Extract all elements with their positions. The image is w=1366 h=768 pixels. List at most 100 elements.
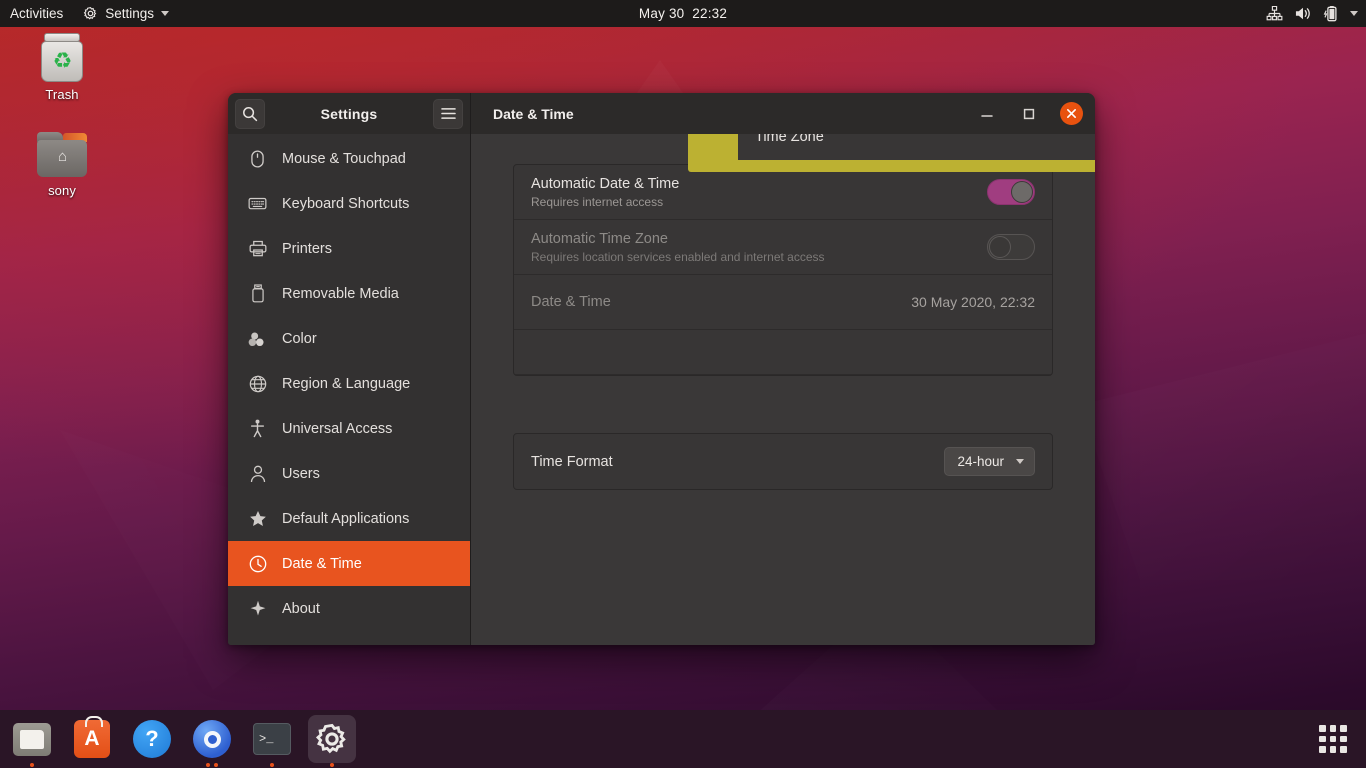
sidebar-header: Settings — [228, 93, 471, 134]
desktop-icon-label: sony — [48, 183, 76, 198]
app-menu-label: Settings — [105, 6, 154, 21]
row-value: 30 May 2020, 22:32 — [911, 294, 1035, 310]
sidebar-item-region-language[interactable]: Region & Language — [228, 361, 470, 406]
globe-icon — [248, 374, 267, 393]
dock-app-chromium[interactable] — [188, 715, 236, 763]
home-folder-icon: ⌂ — [37, 132, 87, 178]
settings-window: Settings Date & Time — [228, 93, 1095, 645]
menu-button[interactable] — [433, 99, 463, 129]
volume-icon — [1294, 6, 1312, 21]
window-controls — [976, 102, 1083, 125]
main-header: Date & Time — [471, 93, 1095, 134]
sidebar-item-universal-access[interactable]: Universal Access — [228, 406, 470, 451]
minimize-button[interactable] — [976, 103, 998, 125]
top-bar-clock[interactable]: May 30 22:32 — [639, 6, 727, 21]
dock-app-help[interactable]: ? — [128, 715, 176, 763]
dock-app-files[interactable] — [8, 715, 56, 763]
sidebar-item-default-applications[interactable]: Default Applications — [228, 496, 470, 541]
gear-icon — [315, 722, 349, 756]
automatic-date-time-toggle[interactable] — [987, 179, 1035, 205]
sidebar-item-mouse-touchpad[interactable]: Mouse & Touchpad — [228, 136, 470, 181]
network-icon — [1266, 6, 1283, 21]
chevron-down-icon — [161, 11, 169, 16]
date-time-settings-card: Automatic Date & Time Requires internet … — [513, 164, 1053, 376]
sidebar-item-label: Region & Language — [282, 376, 410, 392]
time-zone-highlight-overlay: Time Zone MDT (Boise, United States) — [688, 164, 1053, 172]
mouse-icon — [248, 149, 267, 168]
files-icon — [13, 723, 51, 756]
sidebar-item-label: Users — [282, 466, 320, 482]
dock-app-ubuntu-software[interactable]: A — [68, 715, 116, 763]
tray-chevron-down-icon[interactable] — [1350, 11, 1358, 16]
software-icon: A — [74, 720, 110, 758]
desktop-icon-label: Trash — [45, 87, 78, 102]
keyboard-icon — [248, 194, 267, 213]
clock-icon — [248, 554, 267, 573]
sidebar-item-color[interactable]: Color — [228, 316, 470, 361]
show-applications-icon[interactable] — [1310, 716, 1356, 762]
sidebar-item-label: About — [282, 601, 320, 617]
sidebar-item-label: Keyboard Shortcuts — [282, 196, 409, 212]
maximize-button[interactable] — [1018, 103, 1040, 125]
sidebar-item-label: Removable Media — [282, 286, 399, 302]
time-format-card: Time Format 24-hour — [513, 433, 1053, 490]
terminal-icon: >_ — [253, 723, 291, 755]
row-title: Date & Time — [531, 294, 611, 310]
usb-drive-icon — [248, 284, 267, 303]
accessibility-icon — [248, 419, 267, 438]
help-icon: ? — [133, 720, 171, 758]
user-icon — [248, 464, 267, 483]
app-menu-settings[interactable]: Settings — [75, 6, 177, 21]
row-time-format[interactable]: Time Format 24-hour — [514, 434, 1052, 489]
printer-icon — [248, 239, 267, 258]
close-button[interactable] — [1060, 102, 1083, 125]
row-title: Time Format — [531, 454, 613, 470]
settings-sidebar: Mouse & Touchpad Keyboard Shortcuts — [228, 134, 471, 645]
sidebar-item-users[interactable]: Users — [228, 451, 470, 496]
desktop-icon-trash[interactable]: ♻ Trash — [16, 32, 108, 102]
sidebar-item-keyboard-shortcuts[interactable]: Keyboard Shortcuts — [228, 181, 470, 226]
date-time-panel: Automatic Date & Time Requires internet … — [471, 134, 1095, 645]
sidebar-item-about[interactable]: About — [228, 586, 470, 631]
row-automatic-date-time[interactable]: Automatic Date & Time Requires internet … — [514, 165, 1052, 220]
sidebar-item-label: Printers — [282, 241, 332, 257]
dock: A ? >_ — [0, 710, 1366, 768]
chromium-icon — [193, 720, 231, 758]
dock-app-terminal[interactable]: >_ — [248, 715, 296, 763]
minimize-icon — [980, 107, 994, 121]
automatic-time-zone-toggle[interactable] — [987, 234, 1035, 260]
close-icon — [1066, 108, 1077, 119]
star-icon — [248, 509, 267, 528]
system-tray[interactable] — [1266, 6, 1358, 22]
sparkle-icon — [248, 599, 267, 618]
desktop-icon-home-folder[interactable]: ⌂ sony — [16, 132, 108, 198]
activities-button[interactable]: Activities — [0, 6, 75, 21]
search-button[interactable] — [235, 99, 265, 129]
window-title: Date & Time — [493, 106, 574, 122]
row-subtitle: Requires location services enabled and i… — [531, 250, 825, 264]
color-icon — [248, 329, 267, 348]
sidebar-item-date-time[interactable]: Date & Time — [228, 541, 470, 586]
gear-icon — [83, 6, 98, 21]
sidebar-item-label: Mouse & Touchpad — [282, 151, 406, 167]
sidebar-title: Settings — [265, 106, 433, 122]
row-subtitle: Requires internet access — [531, 195, 679, 209]
maximize-icon — [1022, 107, 1036, 121]
sidebar-item-label: Color — [282, 331, 317, 347]
sidebar-item-label: Universal Access — [282, 421, 392, 437]
hamburger-menu-icon — [441, 107, 456, 120]
search-icon — [242, 106, 258, 122]
chevron-down-icon — [1016, 459, 1024, 464]
row-automatic-time-zone[interactable]: Automatic Time Zone Requires location se… — [514, 220, 1052, 275]
row-date-time[interactable]: Date & Time 30 May 2020, 22:32 — [514, 275, 1052, 330]
window-titlebar: Settings Date & Time — [228, 93, 1095, 134]
sidebar-item-removable-media[interactable]: Removable Media — [228, 271, 470, 316]
dock-app-settings[interactable] — [308, 715, 356, 763]
trash-icon: ♻ — [39, 32, 85, 82]
sidebar-item-label: Default Applications — [282, 511, 409, 527]
sidebar-item-printers[interactable]: Printers — [228, 226, 470, 271]
time-format-value: 24-hour — [957, 454, 1004, 469]
row-time-zone-placeholder[interactable]: Time Zone MDT (Boise, United States) — [514, 330, 1052, 375]
row-title: Automatic Time Zone — [531, 231, 825, 247]
time-format-dropdown[interactable]: 24-hour — [944, 447, 1035, 476]
